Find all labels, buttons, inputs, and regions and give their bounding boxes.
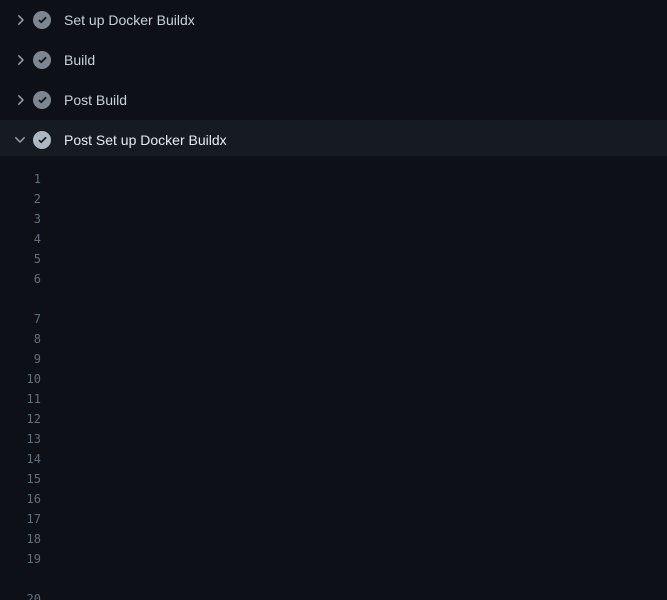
line-number[interactable]: 11	[0, 389, 41, 409]
line-number[interactable]: 1	[0, 169, 41, 189]
line-number[interactable]: 13	[0, 429, 41, 449]
line-number[interactable]: 6	[0, 269, 41, 289]
line-number[interactable]: 15	[0, 469, 41, 489]
log-line: 6 time="2021-04-23T18:02:37Z" level=info…	[0, 269, 667, 289]
line-number[interactable]: 8	[0, 329, 41, 349]
line-number[interactable]: 12	[0, 409, 41, 429]
step-label: Build	[64, 52, 95, 68]
log-line: application/vnd.oci.image.index.v1+json,…	[0, 569, 667, 589]
log-line: 12 time="2021-04-23T18:02:38Z" level=deb…	[0, 409, 667, 429]
log-line: 19 time="2021-04-23T18:02:38Z" level=deb…	[0, 549, 667, 569]
line-number[interactable]: 9	[0, 349, 41, 369]
line-number[interactable]: 2	[0, 189, 41, 209]
log-line: 14 time="2021-04-23T18:02:38Z" level=deb…	[0, 449, 667, 469]
line-number[interactable]: 20	[0, 589, 41, 600]
line-number[interactable]: 10	[0, 369, 41, 389]
steps-list: Set up Docker Buildx Build Post Build Po…	[0, 0, 667, 160]
chevron-right-icon	[12, 92, 28, 108]
line-number[interactable]: 17	[0, 509, 41, 529]
line-number[interactable]: 4	[0, 229, 41, 249]
check-circle-icon	[33, 131, 51, 149]
line-number[interactable]: 5	[0, 249, 41, 269]
log-line: 10 time="2021-04-23T18:02:37Z" level=inf…	[0, 369, 667, 389]
step-label: Set up Docker Buildx	[64, 12, 195, 28]
log-line: 11 time="2021-04-23T18:02:38Z" level=deb…	[0, 389, 667, 409]
log-line: 5 time="2021-04-23T18:02:37Z" level=warn…	[0, 249, 667, 269]
log-line: 2 ▼BuildKit container logs	[0, 189, 667, 209]
line-number[interactable]: 19	[0, 549, 41, 569]
log-line: 18 time="2021-04-23T18:02:38Z" level=deb…	[0, 529, 667, 549]
step-label: Post Set up Docker Buildx	[64, 132, 227, 148]
log-line: 1 Post job cleanup.	[0, 169, 667, 189]
step-build[interactable]: Build	[0, 40, 667, 80]
line-number[interactable]: 7	[0, 309, 41, 329]
line-number[interactable]: 16	[0, 489, 41, 509]
log-line: 7 time="2021-04-23T18:02:37Z" level=warn…	[0, 309, 667, 329]
log-line: 9 time="2021-04-23T18:02:37Z" level=warn…	[0, 349, 667, 369]
check-circle-icon	[33, 51, 51, 69]
log-line: 15 time="2021-04-23T18:02:38Z" level=deb…	[0, 469, 667, 489]
chevron-right-icon	[12, 12, 28, 28]
log-line: 17 time="2021-04-23T18:02:38Z" level=deb…	[0, 509, 667, 529]
line-number[interactable]: 3	[0, 209, 41, 229]
check-circle-icon	[33, 11, 51, 29]
line-number[interactable]: 14	[0, 449, 41, 469]
step-set-up-docker-buildx[interactable]: Set up Docker Buildx	[0, 0, 667, 40]
chevron-right-icon	[12, 52, 28, 68]
step-label: Post Build	[64, 92, 127, 108]
chevron-down-icon	[12, 132, 28, 148]
log-line: 13 time="2021-04-23T18:02:38Z" level=deb…	[0, 429, 667, 449]
log-area: 1 Post job cleanup. 2 ▼BuildKit containe…	[0, 160, 667, 600]
log-line: 8 time="2021-04-23T18:02:37Z" level=info…	[0, 329, 667, 349]
log-line: linux/riscv64 linux/ppc64le linux/s390x …	[0, 289, 667, 309]
log-line: 16 time="2021-04-23T18:02:38Z" level=deb…	[0, 489, 667, 509]
step-post-set-up-docker-buildx[interactable]: Post Set up Docker Buildx	[0, 120, 667, 160]
log-line: 4 time="2021-04-23T18:02:37Z" level=info…	[0, 229, 667, 249]
log-line: 3 /usr/bin/docker logs buildx_buildkit_b…	[0, 209, 667, 229]
step-post-build[interactable]: Post Build	[0, 80, 667, 120]
check-circle-icon	[33, 91, 51, 109]
line-number[interactable]: 18	[0, 529, 41, 549]
log-line: 20 time="2021-04-23T18:02:38Z" level=deb…	[0, 589, 667, 600]
